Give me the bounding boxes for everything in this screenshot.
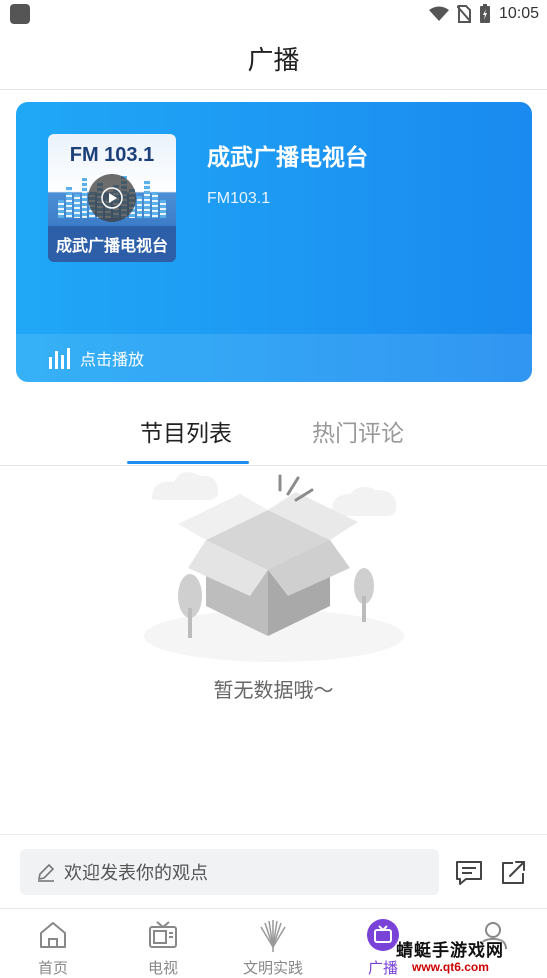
status-time: 10:05 xyxy=(498,5,539,22)
home-icon xyxy=(35,917,71,953)
active-tab-indicator xyxy=(127,461,249,464)
nav-item-civilization[interactable]: 文明实践 xyxy=(238,909,308,978)
tab-bar: 节目列表 热门评论 xyxy=(0,400,547,466)
comment-input[interactable]: 欢迎发表你的观点 xyxy=(20,849,439,895)
comment-bar: 欢迎发表你的观点 xyxy=(0,834,547,908)
tab-program-list[interactable]: 节目列表 xyxy=(140,414,232,448)
audio-bars-icon xyxy=(49,348,70,369)
nav-label-tv: 电视 xyxy=(147,959,178,977)
header: 广播 xyxy=(0,28,547,90)
pencil-icon xyxy=(37,863,55,882)
tab-hot-comments[interactable]: 热门评论 xyxy=(312,414,404,448)
watermark-url: www.qt6.com xyxy=(408,960,493,974)
play-button[interactable]: 点击播放 xyxy=(16,334,532,382)
share-icon[interactable] xyxy=(497,857,529,889)
comment-placeholder: 欢迎发表你的观点 xyxy=(64,863,208,884)
tv-icon xyxy=(145,917,181,953)
no-sim-icon xyxy=(456,5,471,23)
thumb-station-name: 成武广播电视台 xyxy=(48,226,176,262)
play-icon[interactable] xyxy=(88,174,136,222)
play-label: 点击播放 xyxy=(80,350,145,369)
nav-item-tv[interactable]: 电视 xyxy=(128,909,198,978)
civilization-icon xyxy=(255,917,291,953)
wifi-icon xyxy=(428,6,449,21)
station-card[interactable]: FM 103.1 成武广播电视台 成武广播电视台 FM103.1 点击播放 xyxy=(16,102,532,382)
battery-icon xyxy=(479,4,490,23)
status-indicators: 10:05 xyxy=(428,4,539,24)
nav-label-home: 首页 xyxy=(37,959,68,977)
station-name: 成武广播电视台 xyxy=(207,145,368,171)
status-bar: 10:05 xyxy=(0,0,547,28)
nav-item-home[interactable]: 首页 xyxy=(18,909,88,978)
empty-message: 暂无数据哦～ xyxy=(213,678,334,702)
app-notification-icon xyxy=(10,4,30,24)
thumb-frequency-text: FM 103.1 xyxy=(69,144,155,166)
empty-box-illustration xyxy=(144,472,404,662)
nav-label-civilization: 文明实践 xyxy=(242,959,303,977)
comments-icon[interactable] xyxy=(453,857,485,889)
page-title: 广播 xyxy=(247,46,300,76)
watermark: 蜻蜓手游戏网 www.qt6.com xyxy=(396,936,542,974)
station-thumbnail[interactable]: FM 103.1 成武广播电视台 xyxy=(48,134,176,262)
nav-label-radio: 广播 xyxy=(367,959,398,977)
station-frequency: FM103.1 xyxy=(207,190,271,207)
watermark-title: 蜻蜓手游戏网 xyxy=(396,941,504,961)
